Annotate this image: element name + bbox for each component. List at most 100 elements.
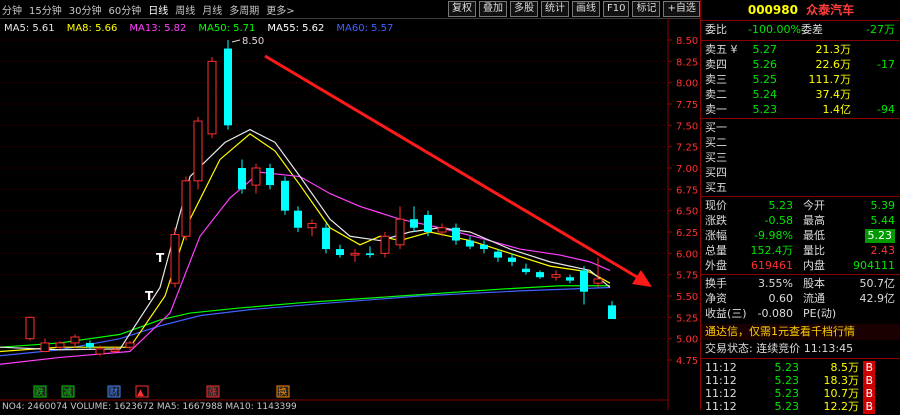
stat-label: 外盘 <box>705 259 727 272</box>
candle-down <box>508 257 516 262</box>
kline-chart[interactable]: 8.50 8.25 8.00 7.75 7.50 7.25 7.00 6.75 6.50 6.25… <box>0 18 700 410</box>
ma13-line <box>0 171 611 365</box>
tab-4[interactable]: 日线 <box>148 2 168 17</box>
event-marker-label: 财 <box>109 386 118 398</box>
order-diff-value: -27万 <box>866 23 895 36</box>
candle-up <box>125 342 135 348</box>
stat-label: 内盘 <box>803 259 825 272</box>
t-mark: T <box>145 289 154 303</box>
ask-label: 卖二 <box>705 88 727 101</box>
tab-1[interactable]: 15分钟 <box>29 2 62 17</box>
ma-legend-1: MA8: 5.66 <box>67 23 118 34</box>
fundamental-value: 42.9亿 <box>859 292 896 305</box>
candle-up <box>380 235 390 254</box>
candle-down <box>424 214 432 232</box>
tab-7[interactable]: 多周期 <box>229 2 259 17</box>
bid-row: 买三 <box>701 150 900 166</box>
price-tick-label: 8.50 <box>676 36 698 47</box>
tick-side: B <box>863 400 875 414</box>
ask-price: 5.27 <box>752 43 778 56</box>
order-diff-label: 委差 <box>801 23 823 36</box>
ask-row: 卖二 5.24 37.4万 <box>701 87 900 103</box>
stat-row: 外盘 619461 内盘 904111 <box>701 258 900 274</box>
stat-label: 今开 <box>803 199 825 212</box>
candle-up <box>55 342 65 348</box>
tab-0[interactable]: 分钟 <box>2 2 22 17</box>
fundamental-row: 净资 0.60 流通 42.9亿 <box>701 291 900 307</box>
toolbar-button-0[interactable]: 复权 <box>448 1 476 17</box>
stat-value: 5.23 <box>768 199 794 212</box>
ask-row: 卖四 5.26 22.6万 -17 <box>701 57 900 73</box>
tick-time: 11:12 <box>705 400 737 413</box>
stock-header: 000980 众泰汽车 <box>701 0 900 21</box>
stat-label: 现价 <box>705 199 727 212</box>
ask-volume: 21.3万 <box>815 43 852 56</box>
toolbar-button-5[interactable]: F10 <box>603 1 630 17</box>
toolbar-button-2[interactable]: 多股 <box>510 1 538 17</box>
bid-row: 买二 <box>701 135 900 151</box>
stat-label: 最低 <box>803 229 825 242</box>
candle-down <box>522 268 530 273</box>
price-tick-label: 5.25 <box>676 313 698 324</box>
price-tick-label: 7.00 <box>676 164 698 175</box>
candle-down <box>238 168 246 190</box>
candle-up <box>350 252 360 256</box>
event-marker-label: 跌 <box>35 387 44 398</box>
candle-down <box>608 305 616 320</box>
candle-down <box>466 240 474 247</box>
price-tick-label: 6.50 <box>676 207 698 218</box>
ask-label: 卖四 <box>705 58 727 71</box>
stat-value: 5.39 <box>870 199 896 212</box>
tab-3[interactable]: 60分钟 <box>108 2 141 17</box>
event-marker-label: 换 <box>278 386 287 398</box>
price-tick-label: 5.75 <box>676 271 698 282</box>
toolbar-button-7[interactable]: +自选 <box>663 1 700 17</box>
ma-legend-2: MA13: 5.82 <box>129 23 186 34</box>
ma-legend-5: MA60: 5.57 <box>336 23 393 34</box>
divider <box>701 196 900 197</box>
toolbar-button-3[interactable]: 统计 <box>541 1 569 17</box>
price-tick-label: 5.00 <box>676 335 698 346</box>
ma5-line <box>0 128 611 351</box>
toolbar-button-6[interactable]: 标记 <box>632 1 661 17</box>
fundamental-label: 股本 <box>803 277 825 290</box>
stat-value: -0.58 <box>764 214 793 227</box>
tab-8[interactable]: 更多> <box>266 2 294 17</box>
stat-label: 涨幅 <box>705 229 727 242</box>
stat-label: 总量 <box>705 244 727 257</box>
ask-price: 5.23 <box>752 103 778 116</box>
stat-label: 涨跌 <box>705 214 727 227</box>
candle-down <box>494 251 502 258</box>
divider <box>701 274 900 275</box>
candle-down <box>580 270 588 292</box>
ask-volume: 37.4万 <box>815 88 852 101</box>
candle-up <box>251 167 261 186</box>
candle-up <box>551 274 561 278</box>
ad-banner[interactable]: 通达信，仅需1元查看千档行情 <box>701 324 900 340</box>
ask-label: 卖一 <box>705 103 727 116</box>
toolbar-button-1[interactable]: 叠加 <box>479 1 507 17</box>
ask-volume: 22.6万 <box>815 58 852 71</box>
toolbar-buttons: 复权叠加多股统计画线F10标记+自选返回 <box>448 1 731 17</box>
price-tick-label: 8.25 <box>676 57 698 68</box>
tab-2[interactable]: 30分钟 <box>69 2 102 17</box>
bid-row: 买一 <box>701 120 900 136</box>
event-marker-label: 涨 <box>208 387 217 398</box>
stat-value: 152.4万 <box>750 244 794 257</box>
candle-up <box>70 336 80 344</box>
candle-down <box>336 249 344 256</box>
candle-down <box>566 277 574 281</box>
tab-5[interactable]: 周线 <box>175 2 195 17</box>
candle-up <box>95 348 105 355</box>
event-marker-label: 减 <box>63 386 72 398</box>
price-tick-label: 5.50 <box>676 292 698 303</box>
toolbar-button-4[interactable]: 画线 <box>572 1 600 17</box>
candle-up <box>40 342 50 352</box>
tab-6[interactable]: 月线 <box>202 2 222 17</box>
candle-up <box>593 278 603 284</box>
candle-down <box>86 342 94 348</box>
trade-state: 交易状态: 连续竞价 11:13:45 <box>705 342 854 355</box>
price-tick-label: 6.25 <box>676 228 698 239</box>
candle-up <box>207 60 217 135</box>
divider <box>701 358 900 359</box>
